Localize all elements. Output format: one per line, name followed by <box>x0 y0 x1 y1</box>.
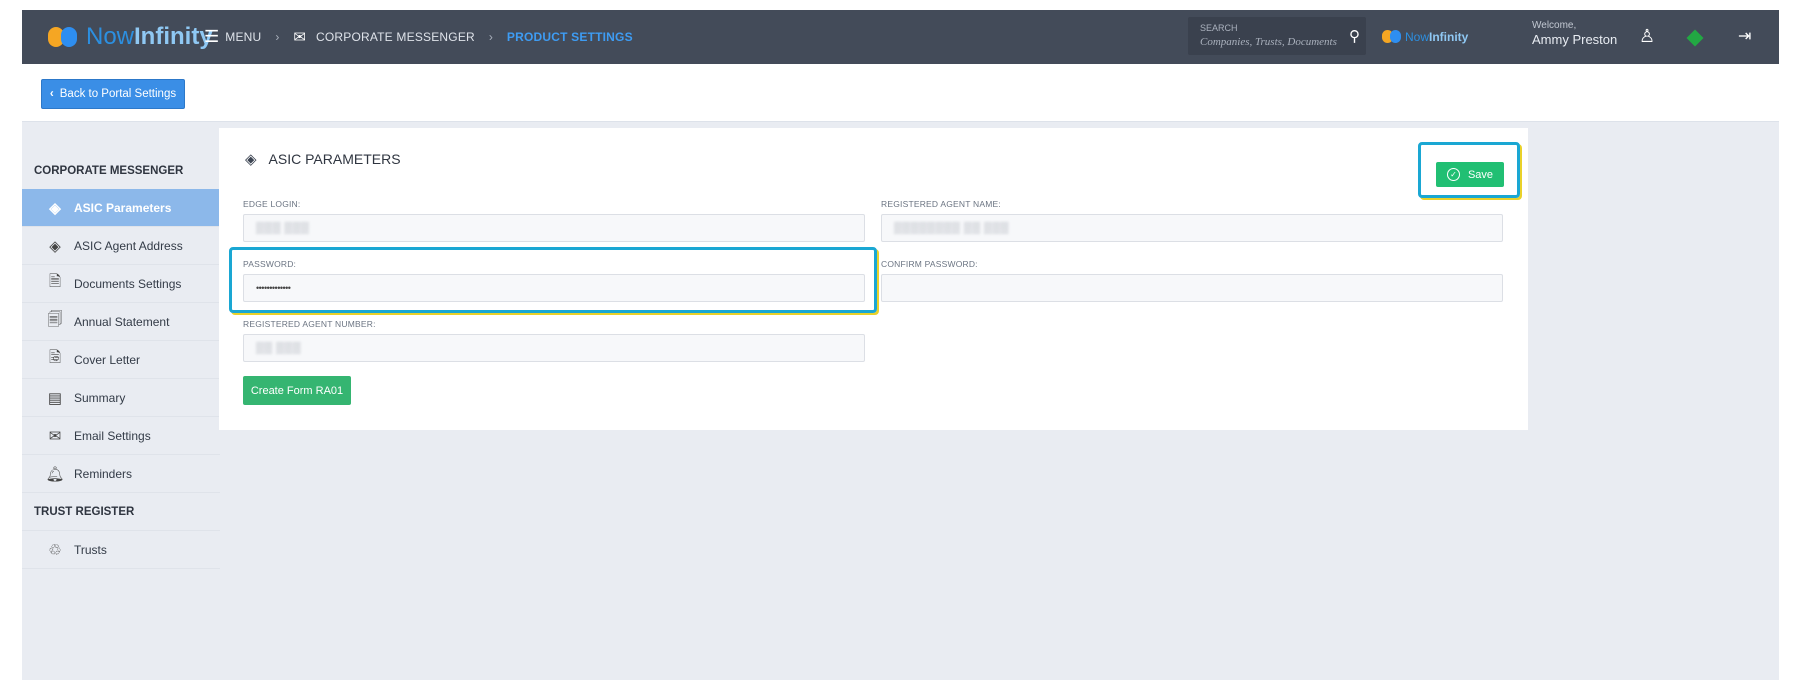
cover-letter-icon: 🗟 <box>48 349 62 366</box>
status-diamond-icon[interactable] <box>1686 28 1704 49</box>
sidebar-item-label: Trusts <box>74 542 107 557</box>
diamond-icon: ◈ <box>49 237 61 255</box>
sidebar: CORPORATE MESSENGER ◈ ASIC Parameters ◈ … <box>22 137 220 569</box>
search-box[interactable]: SEARCH Companies, Trusts, Documents ⚲ <box>1188 17 1366 55</box>
password-field[interactable]: ••••••••••••• <box>243 274 865 302</box>
sidebar-item-reminders[interactable]: 🔔︎ Reminders <box>22 455 220 493</box>
sidebar-item-label: Reminders <box>74 466 133 481</box>
registered-agent-number-value: ▒▒ ▒▒▒ <box>256 342 302 354</box>
brand-logo[interactable]: Now Infinity <box>46 10 213 64</box>
search-icon[interactable]: ⚲ <box>1349 27 1360 45</box>
menu-link[interactable]: MENU <box>225 30 261 44</box>
sidebar-item-label: ASIC Parameters <box>74 200 172 215</box>
edge-login-label: EDGE LOGIN: <box>243 199 301 209</box>
sidebar-item-label: Email Settings <box>74 428 151 443</box>
chevron-left-icon: ‹ <box>49 88 54 100</box>
brand-infinity: Infinity <box>134 23 213 50</box>
registered-agent-number-field[interactable]: ▒▒ ▒▒▒ <box>243 334 865 362</box>
registered-agent-name-value: ▒▒▒▒▒▒▒▒ ▒▒ ▒▒▒ <box>894 222 1009 234</box>
confirm-password-field[interactable] <box>881 274 1503 302</box>
welcome-text: Welcome, <box>1532 20 1577 31</box>
sidebar-item-label: Summary <box>74 390 126 405</box>
sub-header: ‹ Back to Portal Settings <box>22 64 1779 122</box>
search-placeholder[interactable]: Companies, Trusts, Documents <box>1200 36 1337 48</box>
diamond-icon: ◈ <box>49 199 61 217</box>
user-name[interactable]: Ammy Preston <box>1532 33 1617 47</box>
trusts-icon: ♲ <box>48 541 62 559</box>
top-bar: Now Infinity ☰ MENU › ✉ CORPORATE MESSENG… <box>22 10 1779 64</box>
diamond-icon: ◈ <box>245 151 257 168</box>
bell-icon: 🔔︎ <box>45 465 65 483</box>
envelope-icon: ✉ <box>293 29 306 46</box>
mini-brand-now: Now <box>1405 30 1430 44</box>
email-settings-icon: ✉ <box>48 427 62 445</box>
back-button-label: Back to Portal Settings <box>59 88 177 100</box>
breadcrumb-sep: › <box>488 30 493 44</box>
app-frame: Now Infinity ☰ MENU › ✉ CORPORATE MESSENG… <box>22 10 1779 680</box>
sidebar-item-label: Annual Statement <box>74 314 170 329</box>
sidebar-item-label: Documents Settings <box>74 276 182 291</box>
breadcrumb-sep: › <box>275 30 280 44</box>
user-welcome: Welcome, Ammy Preston <box>1532 19 1617 47</box>
sidebar-item-asic-agent-address[interactable]: ◈ ASIC Agent Address <box>22 227 220 265</box>
mini-brand-infinity: Infinity <box>1429 30 1469 44</box>
sidebar-item-label: ASIC Agent Address <box>74 238 183 253</box>
asic-parameters-panel: ◈ ASIC PARAMETERS ✓ Save EDGE LOGIN: ▒▒▒… <box>219 128 1528 430</box>
sidebar-item-documents-settings[interactable]: 🗎 Documents Settings <box>22 265 220 303</box>
statement-icon: 🗐 <box>47 311 63 328</box>
breadcrumb: ☰ MENU › ✉ CORPORATE MESSENGER › PRODUCT… <box>204 10 633 64</box>
breadcrumb-product-settings: PRODUCT SETTINGS <box>506 30 633 44</box>
create-form-ra01-button[interactable]: Create Form RA01 <box>243 376 351 405</box>
password-value: ••••••••••••• <box>256 283 291 293</box>
mini-logo-icon <box>1380 29 1402 45</box>
sidebar-item-email-settings[interactable]: ✉ Email Settings <box>22 417 220 455</box>
sidebar-section-trust-register: TRUST REGISTER <box>22 493 220 531</box>
mini-brand-logo[interactable]: Now Infinity <box>1380 10 1468 64</box>
sidebar-item-asic-parameters[interactable]: ◈ ASIC Parameters <box>22 189 220 227</box>
sidebar-item-label: Cover Letter <box>74 352 141 367</box>
sidebar-item-annual-statement[interactable]: 🗐 Annual Statement <box>22 303 220 341</box>
save-button[interactable]: ✓ Save <box>1436 162 1504 187</box>
sidebar-item-summary[interactable]: ▤ Summary <box>22 379 220 417</box>
brand-now: Now <box>86 23 135 50</box>
search-label: SEARCH <box>1200 23 1238 33</box>
logo-mark-icon <box>46 25 80 49</box>
panel-title-text: ASIC PARAMETERS <box>268 151 401 167</box>
registered-agent-name-field[interactable]: ▒▒▒▒▒▒▒▒ ▒▒ ▒▒▒ <box>881 214 1503 242</box>
panel-title: ◈ ASIC PARAMETERS <box>245 150 401 168</box>
registered-agent-name-label: REGISTERED AGENT NAME: <box>881 199 1001 209</box>
menu-icon[interactable]: ☰ <box>204 27 219 47</box>
save-button-label: Save <box>1467 168 1494 181</box>
edge-login-field[interactable]: ▒▒▒ ▒▒▒ <box>243 214 865 242</box>
sidebar-item-cover-letter[interactable]: 🗟 Cover Letter <box>22 341 220 379</box>
back-to-portal-settings-button[interactable]: ‹ Back to Portal Settings <box>41 79 185 109</box>
registered-agent-number-label: REGISTERED AGENT NUMBER: <box>243 319 376 329</box>
check-circle-icon: ✓ <box>1446 168 1460 181</box>
password-label: PASSWORD: <box>243 259 297 269</box>
document-settings-icon: 🗎 <box>48 273 62 290</box>
edge-login-value: ▒▒▒ ▒▒▒ <box>256 222 310 234</box>
confirm-password-label: CONFIRM PASSWORD: <box>881 259 978 269</box>
summary-icon: ▤ <box>47 389 63 407</box>
sidebar-section-corporate-messenger: CORPORATE MESSENGER <box>34 165 184 177</box>
breadcrumb-corporate-messenger[interactable]: CORPORATE MESSENGER <box>316 30 475 44</box>
user-settings-icon[interactable]: ♙ <box>1639 26 1655 47</box>
logout-icon[interactable]: ⇥ <box>1738 26 1751 46</box>
sidebar-item-trusts[interactable]: ♲ Trusts <box>22 531 220 569</box>
